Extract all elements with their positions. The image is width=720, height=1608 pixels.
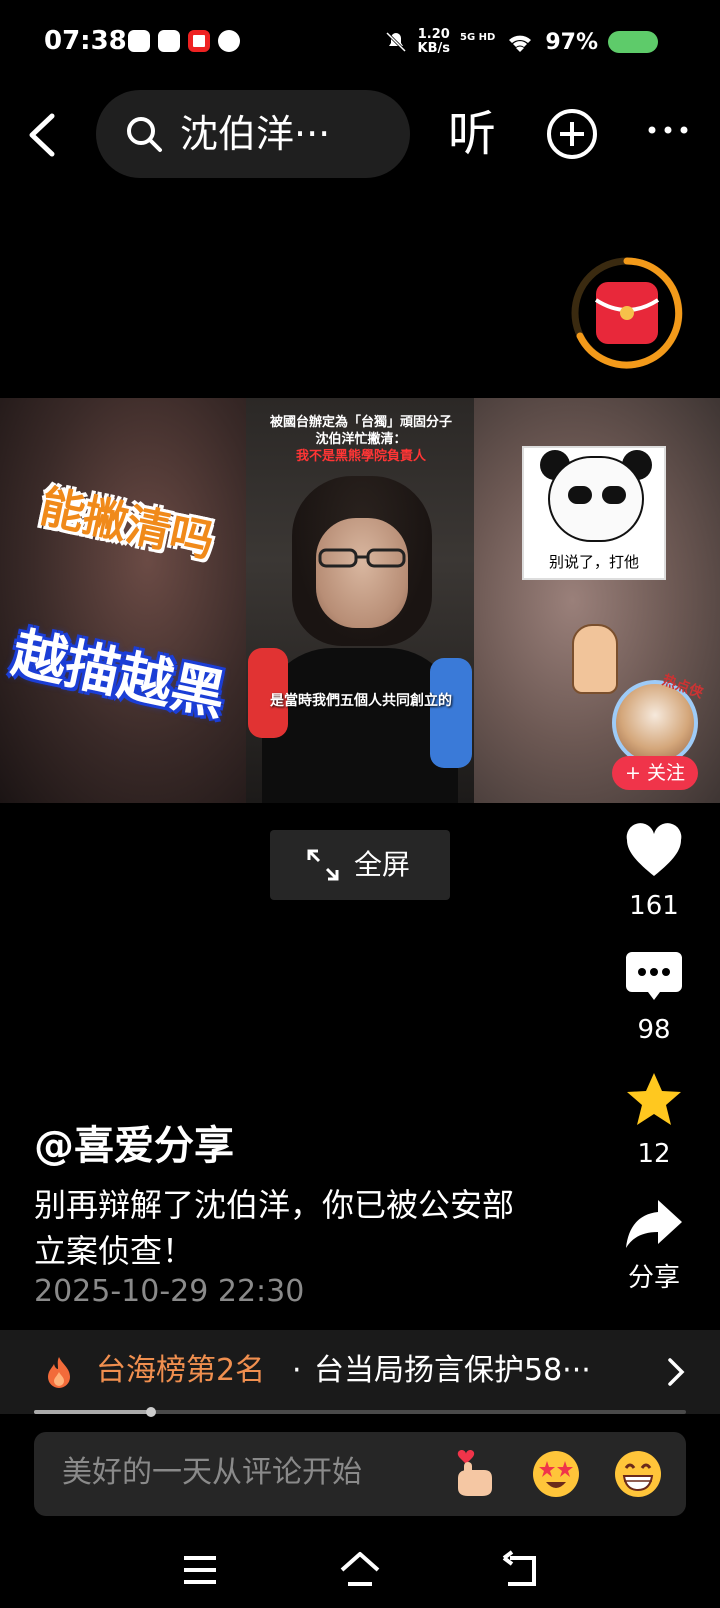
headline-line-red: 我不是黑熊學院負責人 <box>295 449 426 464</box>
glasses-graphic <box>318 548 406 568</box>
heart-icon <box>626 823 682 876</box>
trending-rank: 台海榜第2名 <box>96 1353 266 1388</box>
share-button[interactable]: 分享 <box>614 1194 694 1294</box>
like-count: 161 <box>629 891 679 921</box>
video-left-panel <box>0 398 246 803</box>
fire-icon <box>48 1357 70 1388</box>
video-headline: 被國台辦定為「台獨」頑固分子 沈伯洋忙撇清： 我不是黑熊學院負責人 <box>250 414 472 465</box>
like-button[interactable]: 161 <box>614 822 694 922</box>
chevron-right-icon <box>668 1358 685 1386</box>
net-speed-unit: KB/s <box>417 41 450 56</box>
comment-button[interactable]: 98 <box>614 946 694 1046</box>
status-bar: 07:38 1.20 KB/s 5G HD 97% <box>0 0 720 88</box>
add-circle-icon[interactable] <box>546 108 598 160</box>
star-eyes-emoji-icon[interactable] <box>530 1448 582 1500</box>
app-notification-icon <box>158 30 180 52</box>
headline-line: 沈伯洋忙撇清： <box>315 432 407 447</box>
home-icon[interactable] <box>338 1548 382 1592</box>
headline-line: 被國台辦定為「台獨」頑固分子 <box>269 415 452 430</box>
app-notification-icon <box>128 30 150 52</box>
panda-meme-sticker: 别说了，打他 <box>522 446 666 580</box>
progress-knob[interactable] <box>146 1407 157 1417</box>
post-description: 别再辩解了沈伯洋，你已被公安部立案侦查！ <box>34 1186 515 1270</box>
menu-icon[interactable] <box>178 1548 222 1592</box>
video-player[interactable]: 能撇清吗 越描越黑 被國台辦定為「台獨」頑固分子 沈伯洋忙撇清： 我不是黑熊學院… <box>0 398 720 803</box>
video-progress-bar[interactable] <box>34 1407 686 1417</box>
star-icon <box>627 1073 681 1125</box>
fullscreen-button[interactable]: 全屏 <box>270 830 450 900</box>
status-right: 1.20 KB/s 5G HD 97% <box>384 28 658 56</box>
share-label: 分享 <box>627 1263 680 1293</box>
panda-face <box>548 456 644 542</box>
waving-hand-graphic <box>572 624 618 694</box>
microphone-graphic <box>430 658 472 768</box>
person-face <box>316 518 408 628</box>
expand-icon <box>307 849 339 881</box>
author-name[interactable]: @喜爱分享 <box>34 1120 234 1172</box>
search-icon <box>127 117 162 152</box>
search-box[interactable]: 沈伯洋··· <box>96 90 410 178</box>
comment-input[interactable]: 美好的一天从评论开始 <box>34 1432 686 1516</box>
sticker-text: 别说了，打他 <box>548 553 639 571</box>
app-notification-icon <box>188 30 210 52</box>
system-nav-bar <box>0 1536 720 1608</box>
favorite-button[interactable]: 12 <box>614 1070 694 1170</box>
comment-count: 98 <box>637 1015 671 1045</box>
trending-separator: · <box>292 1353 302 1388</box>
net-speed-value: 1.20 <box>417 27 450 42</box>
message-icon <box>218 30 240 52</box>
more-icon[interactable] <box>646 120 690 140</box>
top-bar: 沈伯洋··· 听 <box>0 90 720 180</box>
red-envelope-icon[interactable] <box>570 256 684 370</box>
finger-heart-emoji-icon[interactable] <box>448 1448 500 1500</box>
panda-eye <box>602 486 626 504</box>
status-time: 07:38 <box>44 26 127 56</box>
network-type: 5G HD <box>460 31 496 43</box>
back-icon[interactable] <box>22 110 62 160</box>
mute-icon <box>385 31 406 53</box>
comment-placeholder: 美好的一天从评论开始 <box>62 1455 362 1490</box>
comment-icon <box>626 952 682 1000</box>
net-speed: 1.20 KB/s <box>418 28 450 56</box>
battery-icon <box>608 31 658 53</box>
grinning-emoji-icon[interactable] <box>612 1448 664 1500</box>
notification-icons <box>128 30 240 52</box>
favorite-count: 12 <box>637 1139 671 1169</box>
return-icon[interactable] <box>500 1548 544 1592</box>
share-icon <box>626 1200 682 1248</box>
wifi-icon <box>509 35 532 52</box>
trending-banner[interactable]: 台海榜第2名 · 台当局扬言保护58··· <box>0 1330 720 1414</box>
fullscreen-label: 全屏 <box>354 848 411 881</box>
search-text: 沈伯洋··· <box>180 112 331 156</box>
battery-percent: 97% <box>545 29 598 55</box>
listen-button[interactable]: 听 <box>448 104 496 164</box>
trending-headline: 台当局扬言保护58··· <box>314 1353 591 1388</box>
video-subtitle: 是當時我們五個人共同創立的 <box>270 693 452 709</box>
follow-button[interactable]: + 关注 <box>612 756 698 790</box>
panda-eye <box>568 486 592 504</box>
post-date: 2025-10-29 22:30 <box>34 1274 305 1309</box>
person-shirt <box>262 648 458 803</box>
progress-fill <box>34 1410 152 1414</box>
